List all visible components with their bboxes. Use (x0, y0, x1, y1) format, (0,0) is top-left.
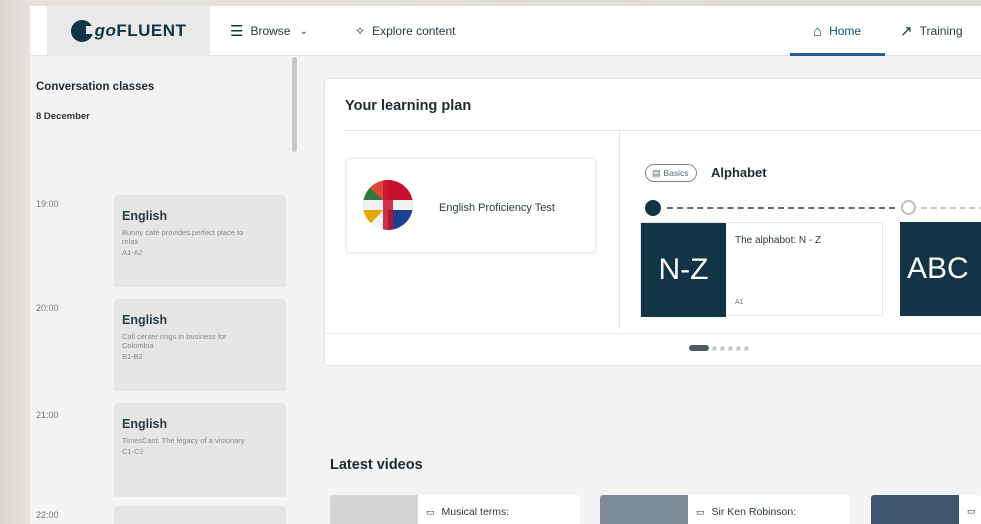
slot-time: 19:00 (36, 199, 59, 209)
class-card[interactable]: English TimesCast: The legacy of a visio… (114, 403, 286, 497)
latest-videos-title: Latest videos (330, 457, 423, 473)
class-card[interactable]: English Bunny café provides perfect plac… (114, 195, 286, 287)
video-title: Sir Ken Robinson: (711, 506, 797, 518)
class-description: TimesCast: The legacy of a visionary (122, 436, 245, 445)
class-card[interactable]: English Call center rings in business fo… (114, 299, 286, 391)
lesson-thumbnail: ABC (907, 252, 969, 285)
slot-time: 21:00 (36, 410, 59, 420)
class-language: English (122, 313, 168, 327)
book-icon: ▤ (652, 167, 661, 178)
class-language: English (122, 209, 168, 223)
slot-time: 20:00 (36, 303, 59, 313)
trend-line-icon: ↗ (900, 23, 913, 40)
top-navigation-bar: goFLUENT ☰ Browse ⌄ ✧ Explore content ⌂ … (30, 6, 981, 56)
video-title: Musical terms: (441, 506, 510, 518)
class-level: B1-B2 (122, 352, 143, 361)
browse-menu-button[interactable]: ☰ Browse ⌄ (230, 6, 308, 56)
carousel-pager (689, 345, 752, 351)
pager-dot[interactable] (728, 345, 733, 351)
slot-time: 22:00 (36, 510, 59, 520)
lesson-card[interactable]: ABC (900, 222, 981, 316)
pager-dot-active[interactable] (689, 345, 709, 351)
divider (325, 333, 981, 334)
divider (345, 130, 981, 131)
logo-prefix: go (94, 21, 117, 40)
sidebar-date: 8 December (36, 111, 90, 122)
video-card[interactable]: ▭ (871, 495, 981, 524)
progress-next-dot (901, 200, 916, 215)
basics-tag: ▤ Basics (645, 164, 697, 182)
sparkle-icon: ✧ (355, 24, 366, 38)
class-description: Call center rings in business for Colomb… (122, 332, 227, 350)
pager-dot[interactable] (744, 345, 749, 351)
lesson-thumbnail: N-Z (641, 223, 726, 317)
divider (619, 131, 620, 329)
nav-training[interactable]: ↗ Training (900, 6, 963, 56)
sidebar-scrollbar[interactable] (292, 57, 297, 152)
list-icon: ☰ (230, 23, 244, 40)
home-label: Home (829, 24, 862, 38)
basics-tag-label: Basics (663, 168, 689, 178)
browse-label: Browse (250, 24, 291, 38)
lesson-title: The alphabot: N - Z (735, 235, 822, 246)
progress-track (921, 207, 981, 209)
section-title: Alphabet (711, 165, 767, 180)
sidebar-title: Conversation classes (36, 81, 155, 93)
pager-dot[interactable] (720, 345, 725, 351)
video-card[interactable]: ▭ Musical terms: (330, 495, 580, 524)
logo-mark-icon (70, 20, 95, 42)
lesson-card[interactable]: N-Z The alphabot: N - Z A1 (640, 222, 883, 317)
active-tab-indicator (790, 53, 885, 56)
video-icon: ▭ (696, 506, 705, 517)
learning-plan-title: Your learning plan (345, 98, 472, 114)
video-thumbnail (330, 495, 418, 524)
learning-plan-card: Your learning plan English Proficiency T… (324, 78, 981, 366)
lesson-level: A1 (735, 299, 744, 306)
app-window: goFLUENT ☰ Browse ⌄ ✧ Explore content ⌂ … (30, 6, 981, 524)
explore-label: Explore content (372, 24, 456, 38)
class-description: Bunny café provides perfect place to rel… (122, 228, 244, 246)
class-level: A1-A2 (122, 248, 143, 257)
video-thumbnail (600, 495, 688, 524)
flags-icon (363, 180, 413, 230)
pager-dot[interactable] (712, 345, 717, 351)
pager-dot[interactable] (736, 345, 741, 351)
explore-content-button[interactable]: ✧ Explore content (355, 6, 455, 56)
home-icon: ⌂ (813, 22, 823, 40)
class-card[interactable] (114, 506, 286, 524)
progress-current-dot (645, 200, 661, 216)
video-thumbnail (871, 495, 959, 524)
gofluent-logo[interactable]: goFLUENT (47, 6, 210, 56)
training-label: Training (919, 24, 963, 38)
video-icon: ▭ (967, 506, 976, 516)
proficiency-test-label: English Proficiency Test (439, 202, 555, 214)
video-icon: ▭ (426, 506, 435, 517)
class-level: C1-C2 (122, 447, 144, 456)
progress-track (667, 207, 895, 209)
class-language: English (122, 417, 168, 431)
video-card[interactable]: ▭ Sir Ken Robinson: (600, 495, 850, 524)
proficiency-test-card[interactable]: English Proficiency Test (346, 158, 596, 253)
nav-home[interactable]: ⌂ Home (813, 6, 861, 56)
logo-wordmark: FLUENT (116, 21, 187, 40)
chevron-down-icon: ⌄ (299, 25, 308, 37)
